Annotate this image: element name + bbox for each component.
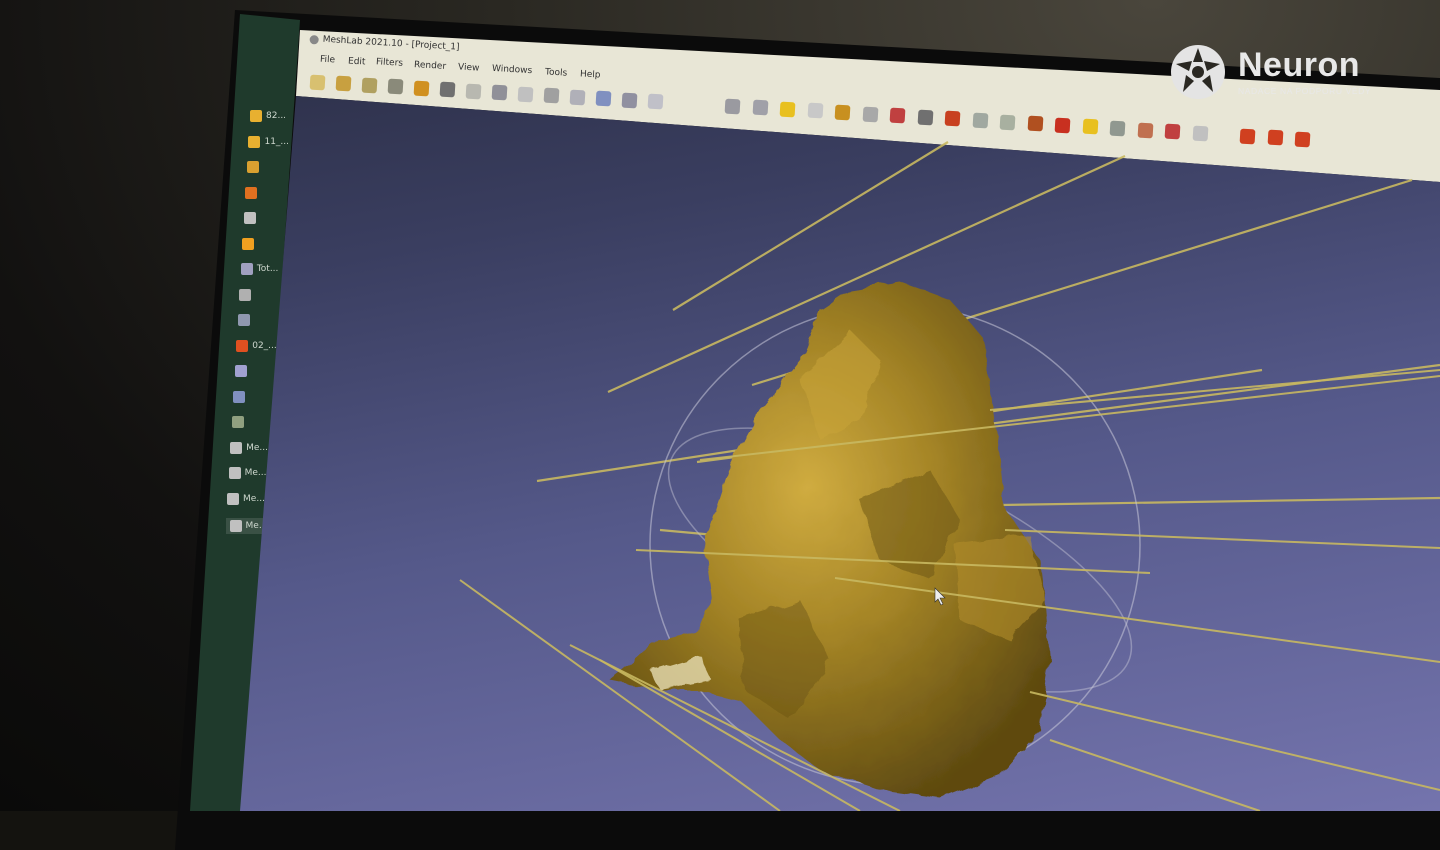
camera-ray — [1004, 529, 1440, 549]
menu-help[interactable]: Help — [580, 70, 601, 81]
select-icon[interactable] — [862, 106, 878, 123]
wireframe-icon[interactable] — [569, 89, 586, 106]
menu-filters[interactable]: Filters — [376, 58, 404, 70]
brand-tagline: NADACE NA PODPORU VĚDY — [1238, 86, 1372, 96]
menu-view[interactable]: View — [458, 63, 480, 74]
new-project-icon[interactable] — [309, 74, 326, 90]
label-icon[interactable] — [779, 101, 796, 118]
brand-name: Neuron — [1238, 46, 1360, 84]
save-project-icon[interactable] — [361, 77, 378, 94]
mesh-object[interactable] — [610, 282, 1050, 798]
points-icon[interactable] — [543, 87, 560, 104]
flat-icon[interactable] — [595, 90, 612, 107]
open-project-icon[interactable] — [335, 75, 352, 92]
light-icon[interactable] — [724, 98, 741, 115]
texture-icon[interactable] — [647, 93, 664, 110]
reference-icon[interactable] — [1054, 117, 1071, 134]
bbox-icon[interactable] — [517, 86, 534, 103]
camera-ray — [999, 496, 1440, 507]
menu-render[interactable]: Render — [414, 60, 447, 72]
z-paint-icon[interactable] — [1192, 125, 1208, 142]
grid-icon[interactable] — [491, 84, 508, 101]
layers-icon[interactable] — [465, 83, 482, 100]
menu-tools[interactable]: Tools — [545, 68, 568, 79]
smooth-icon[interactable] — [621, 92, 638, 109]
color-icon[interactable] — [944, 110, 961, 127]
measure-icon[interactable] — [889, 107, 906, 124]
info-icon[interactable] — [1082, 118, 1098, 135]
connected-icon[interactable] — [1164, 123, 1181, 140]
neuron-watermark: Neuron NADACE NA PODPORU VĚDY — [1170, 44, 1371, 100]
align-icon[interactable] — [972, 112, 988, 129]
brush-icon[interactable] — [917, 109, 933, 126]
neuron-logo-icon — [1171, 45, 1225, 99]
select-faces-icon[interactable] — [1109, 120, 1126, 137]
export-mesh-icon[interactable] — [413, 80, 430, 97]
pick-points-icon[interactable] — [999, 114, 1016, 131]
camera-ray — [989, 369, 1440, 411]
camera-ray — [1049, 739, 1261, 811]
manipulator-icon[interactable] — [1027, 115, 1043, 132]
scene-layer — [459, 141, 1440, 811]
select-vertices-icon[interactable] — [1137, 122, 1153, 138]
camera-ray — [1029, 691, 1440, 791]
menu-edit[interactable]: Edit — [348, 56, 366, 67]
delete-vertices-icon[interactable] — [1267, 129, 1283, 146]
trackball-icon[interactable] — [752, 99, 768, 116]
snapshot-icon[interactable] — [439, 81, 456, 98]
delete-selection-icon[interactable] — [1294, 131, 1311, 148]
paint-icon[interactable] — [834, 104, 851, 121]
import-mesh-icon[interactable] — [387, 78, 404, 95]
delete-faces-icon[interactable] — [1239, 128, 1256, 144]
menu-file[interactable]: File — [320, 55, 336, 66]
axis-icon[interactable] — [807, 103, 823, 119]
meshlab-logo-icon — [309, 34, 319, 45]
